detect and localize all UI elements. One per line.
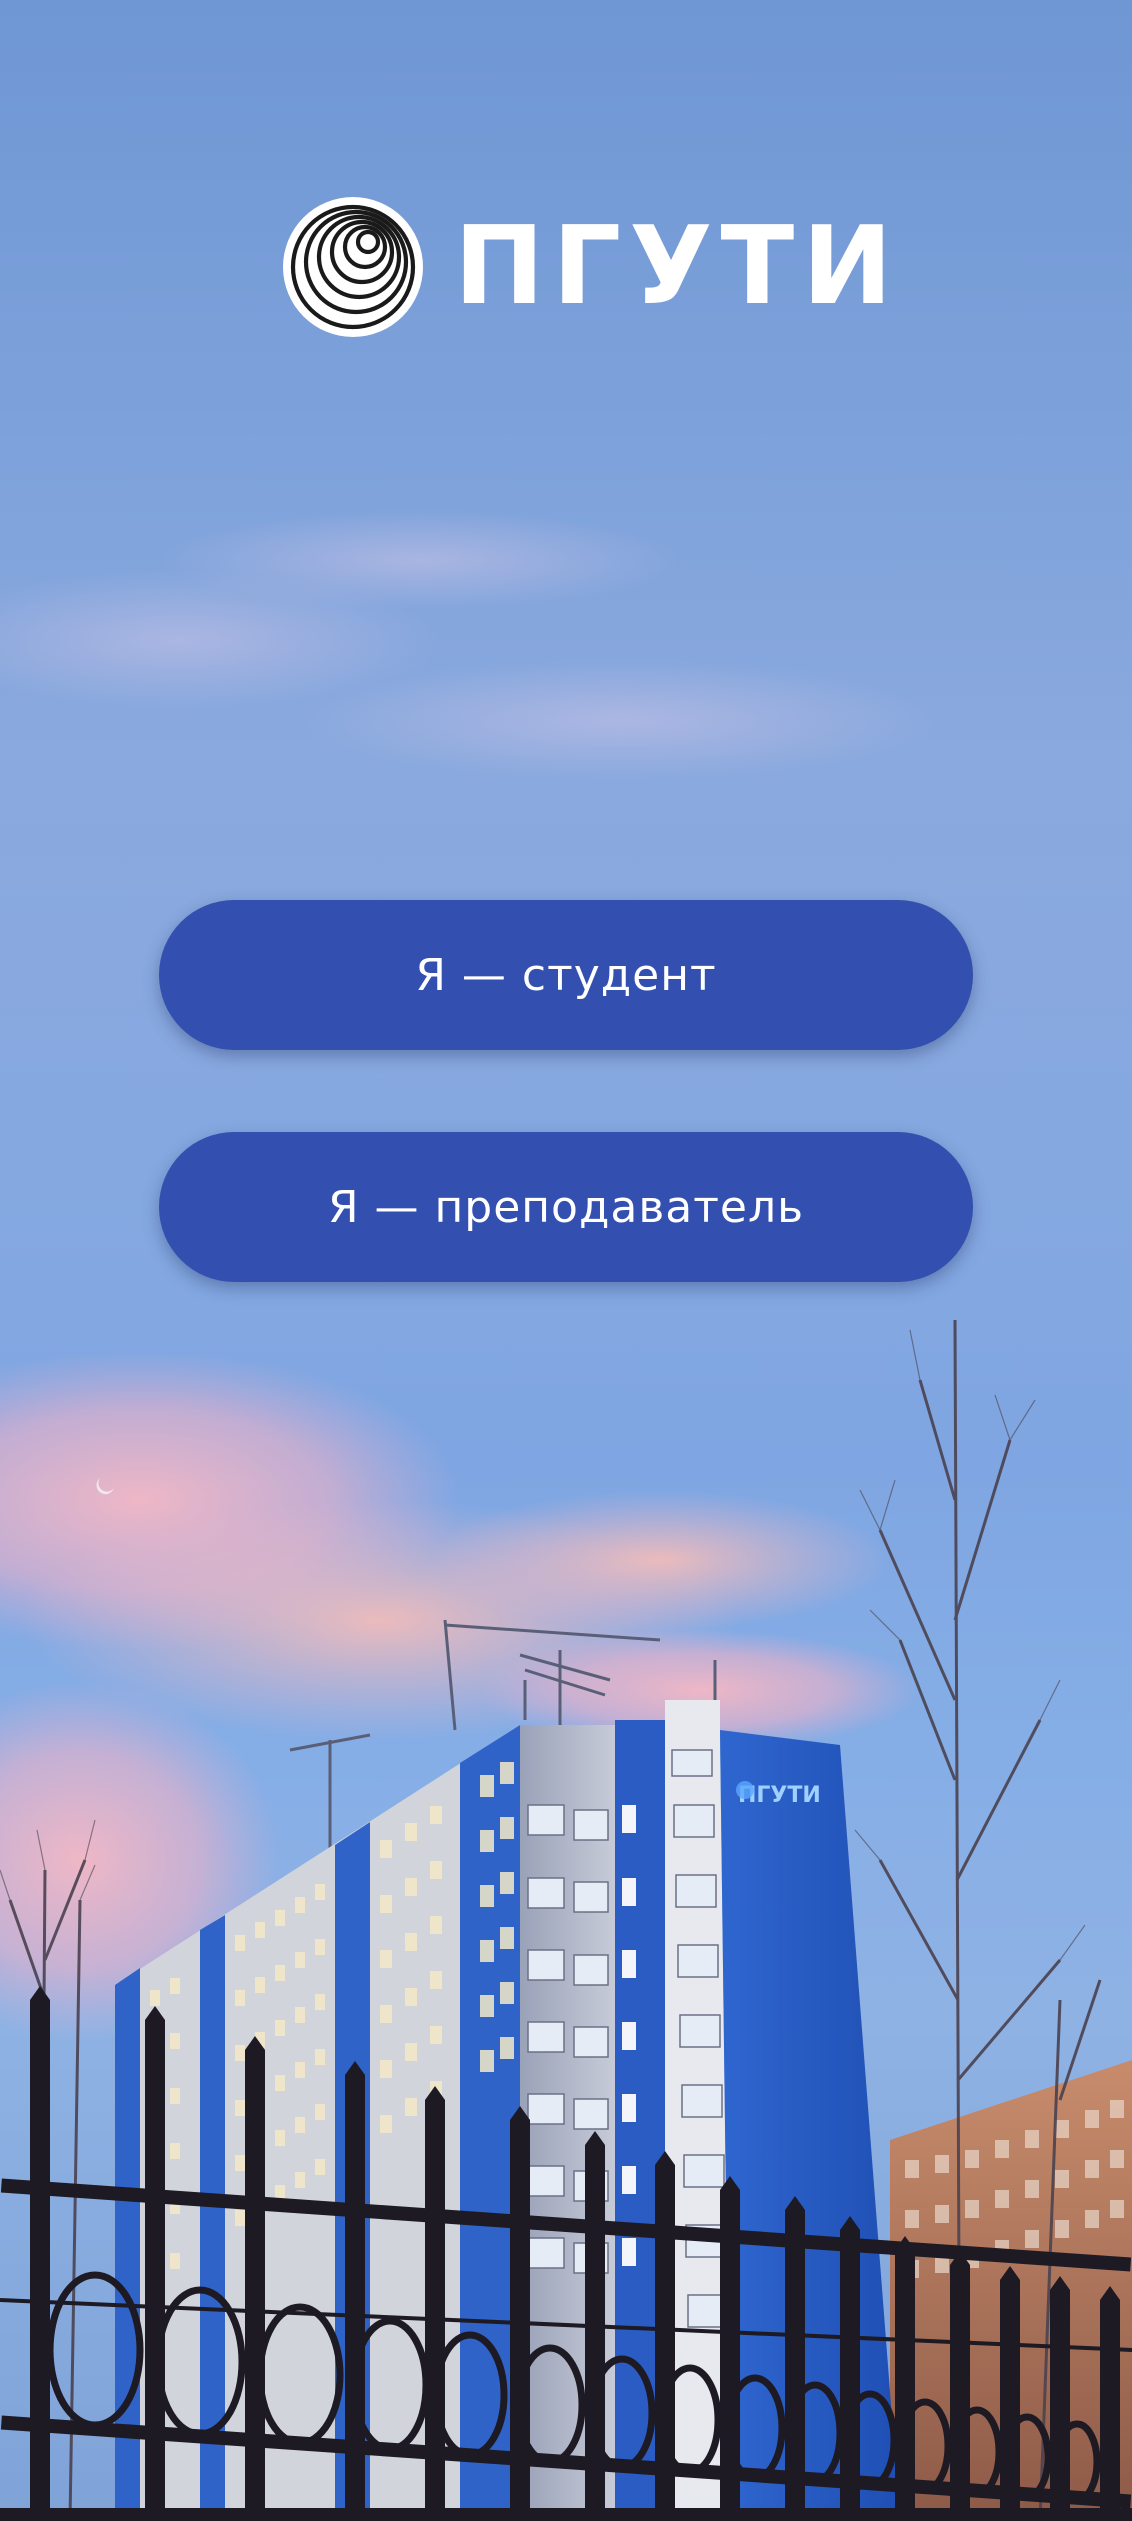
- teacher-role-button[interactable]: Я — преподаватель: [159, 1132, 973, 1282]
- concentric-circles-logo-icon: [283, 197, 423, 337]
- student-role-button[interactable]: Я — студент: [159, 900, 973, 1050]
- university-logo: ПГУТИ: [282, 196, 893, 338]
- logo-text: ПГУТИ: [454, 204, 901, 329]
- welcome-screen: ПГУТИ ПГУТИ Я — студент Я — преподавател…: [0, 0, 1132, 2521]
